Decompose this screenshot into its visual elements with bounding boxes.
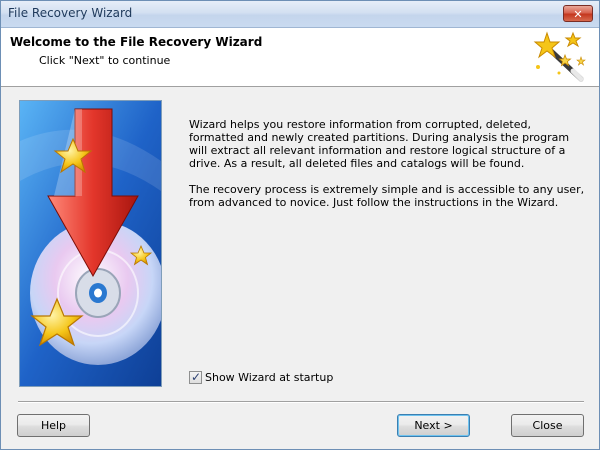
- wizard-window: File Recovery Wizard ✕ Welcome to the Fi…: [0, 0, 600, 450]
- footer-separator: [18, 401, 584, 403]
- checkmark-icon: ✓: [191, 370, 202, 384]
- description-paragraph-2: The recovery process is extremely simple…: [189, 183, 585, 209]
- window-title: File Recovery Wizard: [8, 6, 133, 20]
- close-icon: ✕: [573, 8, 583, 21]
- help-button[interactable]: Help: [17, 414, 90, 437]
- page-subtitle: Click "Next" to continue: [39, 54, 171, 67]
- wizard-description: Wizard helps you restore information fro…: [189, 118, 585, 222]
- wizard-header: Welcome to the File Recovery Wizard Clic…: [1, 28, 599, 87]
- title-bar[interactable]: File Recovery Wizard ✕: [1, 1, 599, 28]
- next-button[interactable]: Next >: [397, 414, 470, 437]
- window-close-button[interactable]: ✕: [563, 5, 593, 22]
- checkbox-box[interactable]: ✓: [189, 370, 202, 384]
- magic-wand-icon: [533, 31, 586, 82]
- checkbox-label[interactable]: Show Wizard at startup: [205, 371, 333, 384]
- description-paragraph-1: Wizard helps you restore information fro…: [189, 118, 570, 170]
- disk-recovery-illustration: [19, 100, 162, 387]
- close-button[interactable]: Close: [511, 414, 584, 437]
- page-title: Welcome to the File Recovery Wizard: [10, 35, 263, 49]
